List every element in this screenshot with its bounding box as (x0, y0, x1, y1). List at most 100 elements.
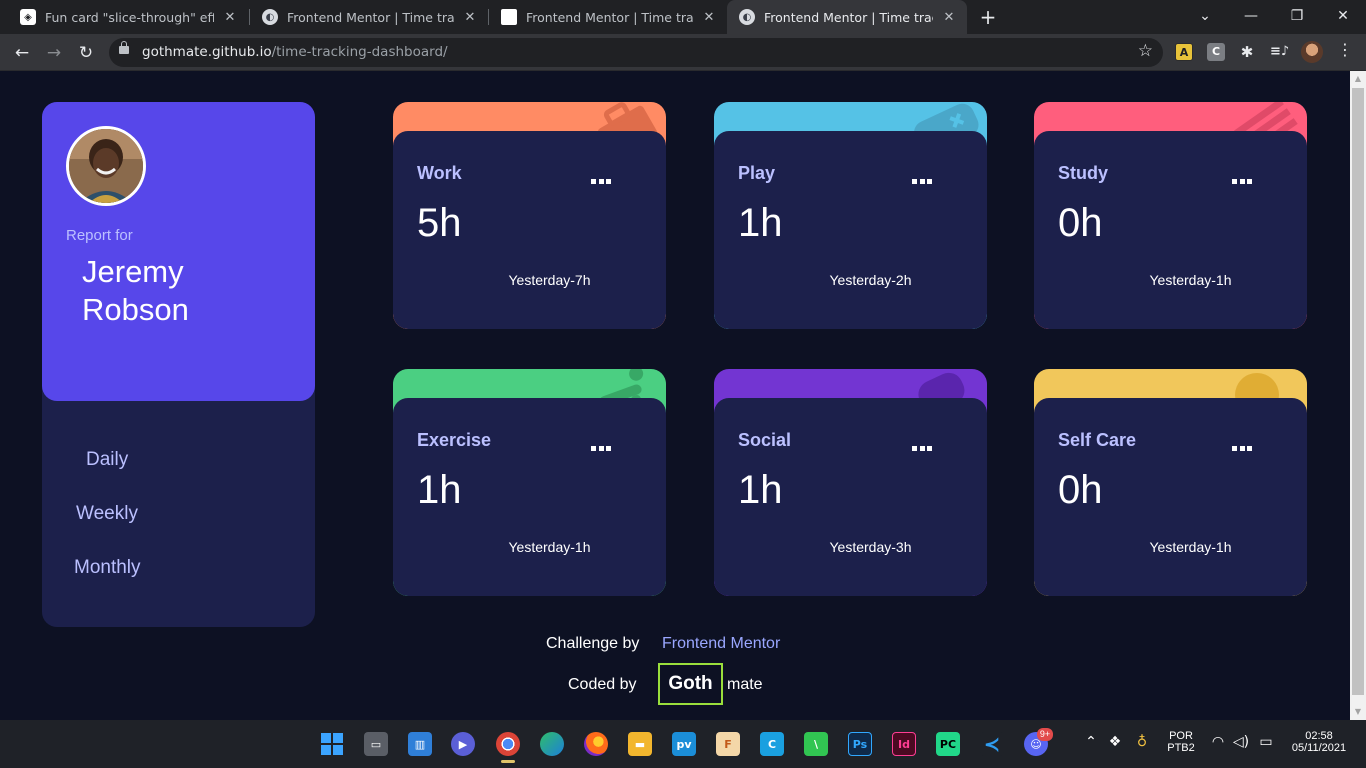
photoshop-icon[interactable]: Ps (848, 732, 872, 756)
discord-notification-badge: 9+ (1037, 728, 1053, 741)
chrome-icon[interactable] (496, 732, 520, 756)
activity-card-exercise[interactable]: Exercise 1h Yesterday-1h (393, 369, 666, 596)
ellipsis-icon[interactable] (591, 177, 611, 185)
green-app-icon[interactable]: \ (804, 732, 828, 756)
c-app-icon[interactable]: C (760, 732, 784, 756)
show-hidden-icons-icon[interactable]: ⌃ (1081, 734, 1101, 750)
tab-title: Frontend Mentor | Time tracking (526, 9, 693, 25)
ellipsis-icon[interactable] (591, 444, 611, 452)
profile-avatar[interactable] (1301, 41, 1323, 63)
indesign-icon[interactable]: Id (892, 732, 916, 756)
activity-title: Study (1058, 163, 1109, 183)
tab-title: Fun card "slice-through" effect (45, 9, 214, 25)
card-body: Play 1h Yesterday-2h (714, 131, 987, 329)
activity-previous: Yesterday-1h (1149, 539, 1232, 555)
browser-menu-icon[interactable]: ⋮ (1335, 40, 1355, 59)
ellipsis-icon[interactable] (1232, 444, 1252, 452)
period-monthly-link[interactable]: Monthly (74, 557, 141, 579)
dropbox-icon[interactable]: ❖ (1105, 734, 1125, 750)
activity-card-self-care[interactable]: Self Care 0h Yesterday-1h (1034, 369, 1307, 596)
close-icon[interactable]: ✕ (701, 10, 717, 25)
browser-toolbar: ← → ↻ gothmate.github.io/time-tracking-d… (0, 34, 1366, 71)
page-scrollbar[interactable]: ▲ ▼ (1350, 71, 1366, 720)
close-window-button[interactable]: ✕ (1320, 0, 1366, 34)
activity-card-play[interactable]: Play 1h Yesterday-2h (714, 102, 987, 329)
activity-hours: 1h (417, 468, 462, 512)
activity-hours: 0h (1058, 468, 1103, 512)
file-explorer-icon[interactable]: ▬ (628, 732, 652, 756)
clock-time: 02:58 (1305, 730, 1333, 742)
tab-time-tracking-2[interactable]: Frontend Mentor | Time tracking ✕ (489, 0, 727, 34)
extensions-puzzle-icon[interactable]: ✱ (1238, 43, 1256, 61)
activity-card-study[interactable]: Study 0h Yesterday-1h (1034, 102, 1307, 329)
firefox-icon[interactable] (584, 732, 608, 756)
volume-icon[interactable]: ◁) (1231, 734, 1251, 750)
scroll-thumb[interactable] (1352, 88, 1364, 695)
document-icon (501, 9, 517, 25)
activity-title: Exercise (417, 430, 492, 450)
minimize-button[interactable]: — (1228, 0, 1274, 34)
extension-c-icon[interactable]: C (1207, 43, 1225, 61)
activity-title: Work (417, 163, 462, 183)
task-view-icon[interactable]: ▭ (364, 732, 388, 756)
forward-button[interactable]: → (41, 40, 67, 66)
avatar (66, 126, 146, 206)
bookmark-star-icon[interactable]: ☆ (1138, 41, 1153, 61)
teams-chat-icon[interactable]: ▶ (451, 732, 475, 756)
activity-hours: 5h (417, 201, 462, 245)
chrome-active-indicator (501, 760, 515, 763)
close-icon[interactable]: ✕ (941, 10, 957, 25)
widgets-icon[interactable]: ▥ (408, 732, 432, 756)
activity-hours: 0h (1058, 201, 1103, 245)
tab-time-tracking-active[interactable]: ◐ Frontend Mentor | Time tracking ✕ (727, 0, 967, 34)
period-weekly-link[interactable]: Weekly (76, 503, 138, 525)
prime-video-icon[interactable]: pv (672, 732, 696, 756)
activity-previous: Yesterday-1h (508, 539, 591, 555)
activity-previous: Yesterday-1h (1149, 272, 1232, 288)
lock-icon (119, 41, 129, 54)
extension-a-icon[interactable]: A (1175, 43, 1193, 61)
windows-start-icon[interactable] (320, 732, 344, 756)
ellipsis-icon[interactable] (912, 177, 932, 185)
notes-app-icon[interactable]: F (716, 732, 740, 756)
activity-card-work[interactable]: Work 5h Yesterday-7h (393, 102, 666, 329)
tab-time-tracking-1[interactable]: ◐ Frontend Mentor | Time tracking ✕ (250, 0, 488, 34)
address-bar[interactable]: gothmate.github.io/time-tracking-dashboa… (109, 38, 1163, 67)
close-icon[interactable]: ✕ (462, 10, 478, 25)
pycharm-icon[interactable]: PC (936, 732, 960, 756)
microphone-icon[interactable]: ♁ (1132, 734, 1152, 750)
clock-date: 05/11/2021 (1291, 742, 1347, 754)
period-daily-link[interactable]: Daily (86, 449, 128, 471)
vscode-icon[interactable]: ≺ (980, 732, 1004, 756)
activity-card-social[interactable]: Social 1h Yesterday-3h (714, 369, 987, 596)
activity-previous: Yesterday-2h (829, 272, 912, 288)
frontend-mentor-link[interactable]: Frontend Mentor (662, 635, 780, 653)
goth-logo[interactable]: Goth (658, 663, 723, 705)
wifi-icon[interactable]: ◠ (1208, 734, 1228, 750)
ellipsis-icon[interactable] (1232, 177, 1252, 185)
reload-button[interactable]: ↻ (73, 40, 99, 66)
battery-icon[interactable]: ▭ (1256, 734, 1276, 750)
restore-button[interactable]: ❐ (1274, 0, 1320, 34)
codepen-icon: ◈ (20, 9, 36, 25)
scroll-up-icon[interactable]: ▲ (1350, 71, 1366, 87)
language-code: POR (1169, 730, 1193, 742)
new-tab-button[interactable]: + (977, 4, 999, 30)
scroll-down-icon[interactable]: ▼ (1350, 704, 1366, 720)
activity-hours: 1h (738, 468, 783, 512)
back-button[interactable]: ← (9, 40, 35, 66)
tab-search-button[interactable]: ⌄ (1182, 0, 1228, 34)
clock[interactable]: 02:58 05/11/2021 (1284, 730, 1354, 754)
close-icon[interactable]: ✕ (222, 10, 238, 25)
url-text: gothmate.github.io/time-tracking-dashboa… (142, 44, 448, 60)
page-viewport: Report for Jeremy Robson Daily Weekly Mo… (0, 71, 1350, 720)
media-control-icon[interactable]: ≡♪ (1270, 43, 1289, 61)
activity-previous: Yesterday-3h (829, 539, 912, 555)
report-for-label: Report for (66, 227, 133, 244)
activity-title: Social (738, 430, 792, 450)
frontend-mentor-icon: ◐ (262, 9, 278, 25)
language-indicator[interactable]: POR PTB2 (1160, 730, 1202, 754)
tab-fun-card[interactable]: ◈ Fun card "slice-through" effect ✕ (8, 0, 248, 34)
ellipsis-icon[interactable] (912, 444, 932, 452)
edge-icon[interactable] (540, 732, 564, 756)
